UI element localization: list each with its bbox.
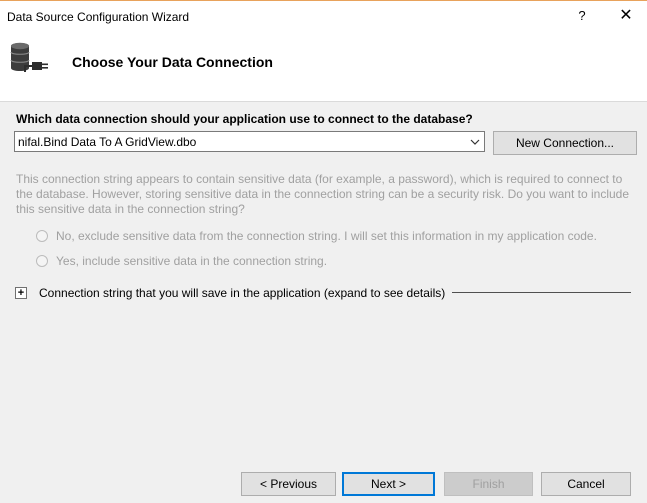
include-sensitive-radio[interactable]	[36, 255, 48, 267]
next-button[interactable]: Next >	[342, 472, 435, 496]
wizard-header: Choose Your Data Connection	[0, 32, 647, 102]
connection-dropdown[interactable]: nifal.Bind Data To A GridView.dbo	[14, 131, 485, 152]
database-connection-icon	[10, 42, 48, 72]
new-connection-button[interactable]: New Connection...	[493, 131, 637, 155]
window-title: Data Source Configuration Wizard	[7, 10, 190, 24]
expand-icon[interactable]: +	[15, 287, 27, 299]
close-button[interactable]: ✕	[612, 5, 640, 27]
cancel-button[interactable]: Cancel	[541, 472, 631, 496]
chevron-down-icon	[470, 139, 480, 145]
title-bar: Data Source Configuration Wizard ? ✕	[0, 1, 647, 32]
finish-button[interactable]: Finish	[444, 472, 533, 496]
include-sensitive-label: Yes, include sensitive data in the conne…	[56, 254, 328, 268]
sensitive-data-description: This connection string appears to contai…	[16, 172, 630, 216]
connection-dropdown-value: nifal.Bind Data To A GridView.dbo	[18, 135, 197, 149]
wizard-window: Data Source Configuration Wizard ? ✕ Cho…	[0, 0, 647, 503]
expander-divider	[452, 292, 631, 293]
connection-string-expander-label[interactable]: Connection string that you will save in …	[39, 286, 445, 300]
previous-button[interactable]: < Previous	[241, 472, 336, 496]
connection-question-label: Which data connection should your applic…	[16, 112, 473, 126]
page-title: Choose Your Data Connection	[72, 54, 273, 70]
help-button[interactable]: ?	[568, 5, 596, 27]
exclude-sensitive-radio[interactable]	[36, 230, 48, 242]
exclude-sensitive-label: No, exclude sensitive data from the conn…	[56, 229, 597, 243]
